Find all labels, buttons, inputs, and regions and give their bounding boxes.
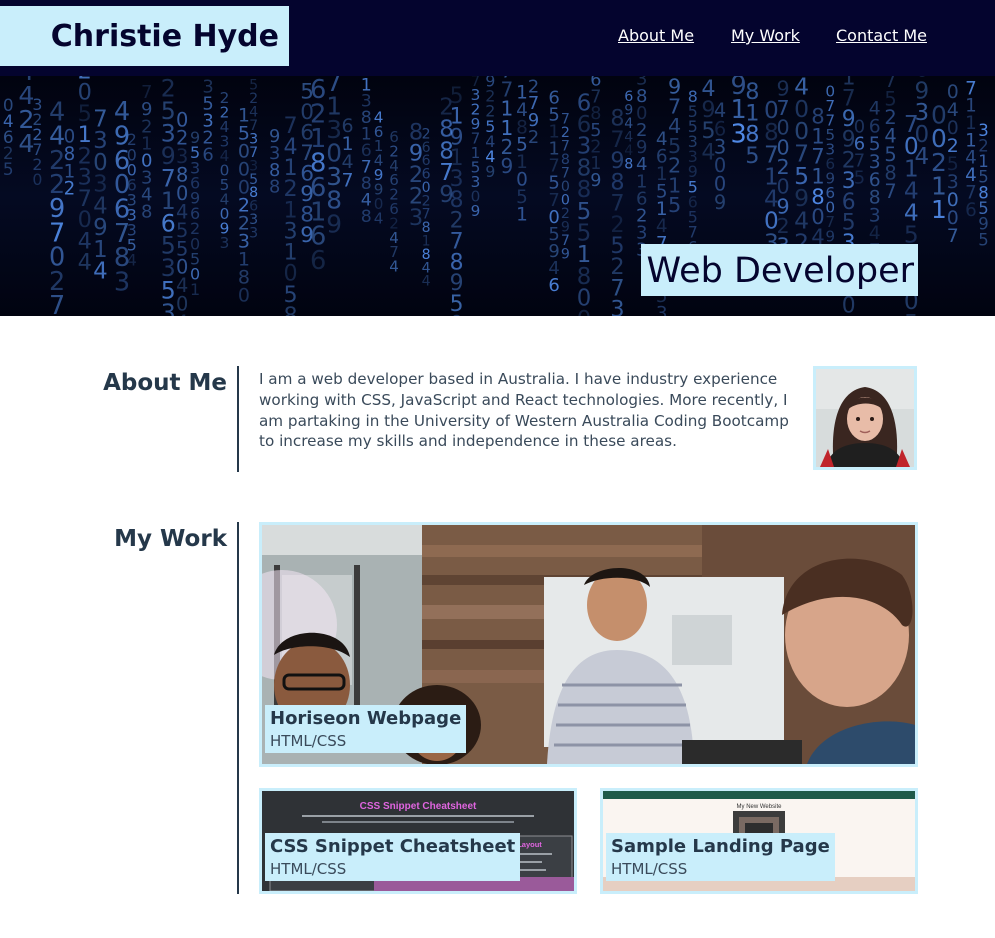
svg-text:9: 9 [501,154,514,178]
svg-text:9: 9 [714,191,726,214]
svg-text:6: 6 [202,145,213,166]
svg-text:3: 3 [220,234,230,252]
svg-text:6: 6 [548,275,559,296]
nav-link-about[interactable]: About Me [618,26,694,45]
project-card-horiseon[interactable]: Horiseon Webpage HTML/CSS [259,522,918,767]
svg-text:8: 8 [624,157,633,173]
svg-text:5: 5 [3,159,14,179]
hero-tagline: Web Developer [640,244,918,296]
svg-text:8: 8 [361,207,372,227]
svg-text:3: 3 [114,268,130,298]
svg-text:2: 2 [528,127,539,148]
svg-text:9: 9 [561,246,570,262]
site-header: Christie Hyde About Me My Work Contact M… [0,0,995,76]
site-brand[interactable]: Christie Hyde [0,6,289,66]
project-label-landing-page: Sample Landing Page HTML/CSS [606,833,835,881]
svg-text:3: 3 [249,226,258,242]
svg-text:8: 8 [269,177,280,198]
svg-text:5: 5 [978,230,989,249]
work-divider [237,522,239,894]
svg-text:7: 7 [342,169,354,191]
svg-text:9: 9 [326,209,342,238]
svg-text:4: 4 [389,258,399,276]
svg-text:7: 7 [49,291,65,316]
svg-text:5: 5 [745,143,759,169]
svg-text:7: 7 [947,225,959,247]
svg-text:4: 4 [374,209,384,227]
svg-text:6: 6 [965,200,977,221]
project-title: Horiseon Webpage [270,708,462,729]
svg-text:0: 0 [842,293,856,316]
thumb-title: CSS Snippet Cheatsheet [360,801,477,812]
project-card-css-cheatsheet[interactable]: CSS Snippet Cheatsheet CSS Grid Layout C… [259,788,577,894]
svg-text:4: 4 [78,250,92,276]
project-tech: HTML/CSS [270,860,347,878]
project-tech: HTML/CSS [611,860,688,878]
svg-text:9: 9 [590,171,601,191]
svg-text:3: 3 [161,299,176,316]
svg-text:5: 5 [854,168,865,189]
svg-text:4: 4 [176,311,188,316]
svg-text:0: 0 [238,285,250,307]
svg-text:3: 3 [610,297,624,316]
svg-text:0: 0 [32,170,42,189]
work-heading: My Work [114,526,227,552]
svg-text:9: 9 [485,162,495,181]
hero-banner: 0462544243227204422970270812205123704473… [0,76,995,316]
svg-text:1: 1 [190,280,200,299]
svg-text:4: 4 [915,144,930,170]
svg-text:4: 4 [127,251,137,270]
about-divider [237,366,239,472]
nav-link-contact[interactable]: Contact Me [836,26,927,45]
svg-text:4: 4 [93,259,108,285]
svg-text:9: 9 [471,202,481,220]
project-card-landing-page[interactable]: My New Website Sample Landing Page HTML/… [600,788,918,894]
svg-text:5: 5 [668,193,681,217]
project-tech: HTML/CSS [270,732,347,750]
svg-text:8: 8 [284,303,298,316]
project-title: Sample Landing Page [611,836,830,857]
about-heading: About Me [103,370,227,396]
svg-text:0: 0 [577,307,592,316]
thumb-title: My New Website [737,804,783,810]
svg-text:6: 6 [310,246,326,276]
about-text: I am a web developer based in Australia.… [259,370,789,451]
svg-text:1: 1 [931,195,947,224]
svg-text:0: 0 [450,313,464,316]
svg-text:5: 5 [904,310,919,316]
svg-text:4: 4 [422,274,431,290]
svg-text:8: 8 [141,202,152,223]
svg-text:3: 3 [656,304,668,317]
svg-text:7: 7 [884,180,896,203]
project-title: CSS Snippet Cheatsheet [270,836,516,857]
svg-text:1: 1 [516,205,528,226]
svg-text:2: 2 [64,179,76,200]
profile-photo [813,366,917,470]
nav-link-work[interactable]: My Work [731,26,800,45]
project-label-css-cheatsheet: CSS Snippet Cheatsheet HTML/CSS [265,833,521,881]
project-label-horiseon: Horiseon Webpage HTML/CSS [265,705,467,753]
